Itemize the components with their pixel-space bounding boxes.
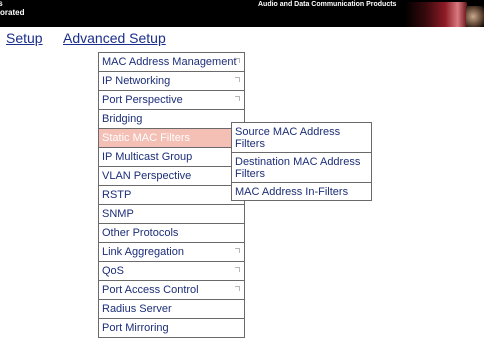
menu-item-port-mirroring[interactable]: Port Mirroring bbox=[99, 319, 244, 338]
submenu-arrow-icon bbox=[235, 248, 240, 253]
nav-advanced-setup-link[interactable]: Advanced Setup bbox=[63, 30, 166, 46]
nav-setup-link[interactable]: Setup bbox=[6, 30, 43, 46]
menu-item-label: Static MAC Filters bbox=[102, 132, 191, 144]
menu-item-link-aggregation[interactable]: Link Aggregation bbox=[99, 243, 244, 262]
menu-item-label: RSTP bbox=[102, 189, 132, 201]
menu-item-label: MAC Address Management bbox=[102, 56, 237, 68]
menu-item-rstp[interactable]: RSTP bbox=[99, 186, 244, 205]
submenu-arrow-icon bbox=[235, 267, 240, 272]
menu-item-label: SNMP bbox=[102, 208, 134, 220]
menu-item-static-mac-filters[interactable]: Static MAC Filters bbox=[99, 129, 244, 148]
menu-item-bridging[interactable]: Bridging bbox=[99, 110, 244, 129]
brand-line-1: ls bbox=[0, 0, 3, 8]
menu-item-port-access-control[interactable]: Port Access Control bbox=[99, 281, 244, 300]
menu-item-label: VLAN Perspective bbox=[102, 170, 192, 182]
submenu-item-mac-address-in-filters[interactable]: MAC Address In-Filters bbox=[232, 183, 371, 200]
submenu-item-destination-mac-address-filters[interactable]: Destination MAC Address Filters bbox=[232, 153, 371, 183]
top-navigation: Setup Advanced Setup bbox=[0, 28, 484, 46]
menu-item-port-perspective[interactable]: Port Perspective bbox=[99, 91, 244, 110]
menu-item-label: Port Perspective bbox=[102, 94, 183, 106]
advanced-setup-menu: MAC Address Management IP Networking Port … bbox=[98, 52, 245, 338]
brand-logo-text: ls orated bbox=[0, 0, 30, 27]
header-bar: ls orated Audio and Data Communication P… bbox=[0, 0, 484, 27]
submenu-arrow-icon bbox=[235, 58, 240, 63]
menu-item-other-protocols[interactable]: Other Protocols bbox=[99, 224, 244, 243]
submenu-item-source-mac-address-filters[interactable]: Source MAC Address Filters bbox=[232, 123, 371, 153]
menu-item-qos[interactable]: QoS bbox=[99, 262, 244, 281]
submenu-arrow-icon bbox=[235, 286, 240, 291]
menu-item-label: Port Mirroring bbox=[102, 322, 169, 334]
menu-item-snmp[interactable]: SNMP bbox=[99, 205, 244, 224]
menu-item-label: Radius Server bbox=[102, 303, 172, 315]
header-banner-image bbox=[466, 6, 484, 27]
menu-item-ip-multicast-group[interactable]: IP Multicast Group bbox=[99, 148, 244, 167]
brand-line-2: orated bbox=[0, 8, 25, 17]
menu-item-label: Port Access Control bbox=[102, 284, 199, 296]
static-mac-filters-submenu: Source MAC Address Filters Destination MA… bbox=[231, 122, 372, 201]
header-banner-graphic bbox=[405, 2, 467, 27]
menu-item-label: Link Aggregation bbox=[102, 246, 184, 258]
header-tagline: Audio and Data Communication Products bbox=[258, 1, 397, 8]
menu-item-mac-address-management[interactable]: MAC Address Management bbox=[99, 52, 244, 72]
submenu-arrow-icon bbox=[235, 96, 240, 101]
menu-item-label: Bridging bbox=[102, 113, 143, 125]
menu-item-ip-networking[interactable]: IP Networking bbox=[99, 72, 244, 91]
menu-item-label: IP Networking bbox=[102, 75, 171, 87]
menu-item-radius-server[interactable]: Radius Server bbox=[99, 300, 244, 319]
submenu-arrow-icon bbox=[235, 77, 240, 82]
menu-item-label: QoS bbox=[102, 265, 125, 277]
menu-item-vlan-perspective[interactable]: VLAN Perspective bbox=[99, 167, 244, 186]
menu-item-label: IP Multicast Group bbox=[102, 151, 193, 163]
menu-item-label: Other Protocols bbox=[102, 227, 179, 239]
